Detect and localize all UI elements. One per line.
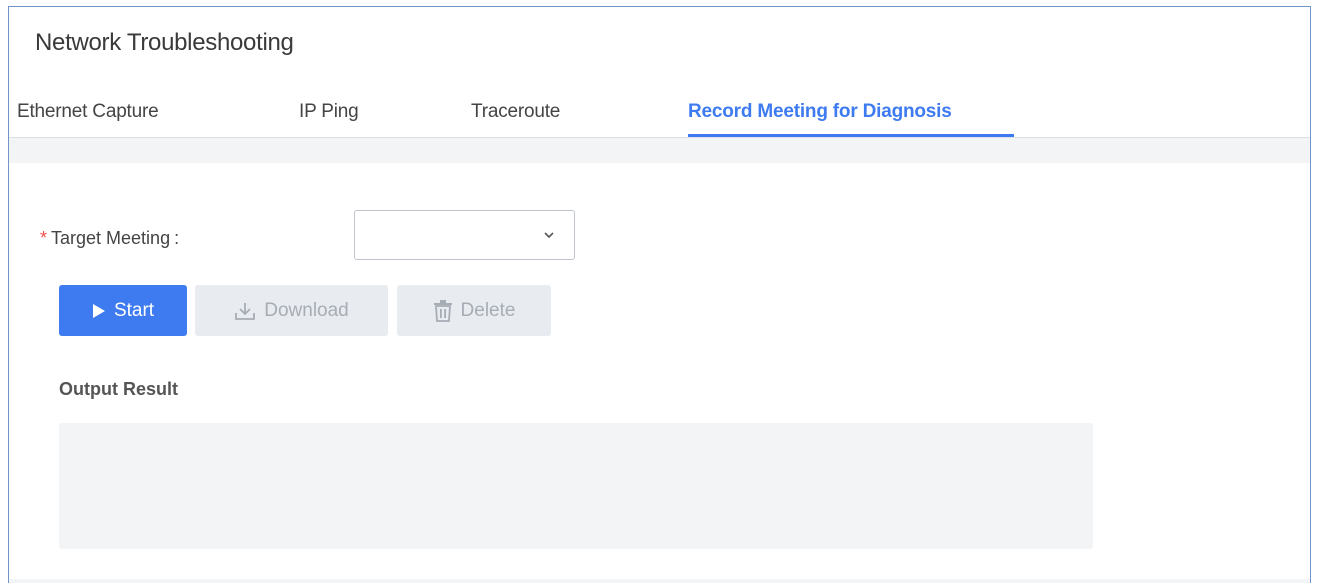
chevron-down-icon <box>544 232 554 239</box>
start-button[interactable]: Start <box>59 285 187 336</box>
active-tab-indicator <box>688 134 1014 137</box>
target-meeting-label: * Target Meeting: <box>40 228 179 249</box>
delete-button-label: Delete <box>460 299 516 321</box>
download-button[interactable]: Download <box>195 285 388 336</box>
tab-ip-ping[interactable]: IP Ping <box>299 101 359 123</box>
network-troubleshooting-panel: Network Troubleshooting Ethernet Capture… <box>8 6 1311 583</box>
tab-ethernet-capture[interactable]: Ethernet Capture <box>17 101 159 123</box>
output-result-label: Output Result <box>59 379 178 399</box>
play-icon <box>92 303 105 318</box>
delete-button[interactable]: Delete <box>397 285 551 336</box>
footer-strip <box>9 579 1310 583</box>
start-button-label: Start <box>113 299 155 321</box>
trash-icon <box>433 299 452 322</box>
tab-traceroute[interactable]: Traceroute <box>471 101 560 123</box>
target-meeting-label-colon: : <box>174 228 180 248</box>
page-title: Network Troubleshooting <box>35 29 294 56</box>
tab-bar: Ethernet Capture IP Ping Traceroute Reco… <box>9 87 1310 138</box>
header-divider-strip <box>9 138 1310 163</box>
download-button-label: Download <box>264 299 349 321</box>
required-marker: * <box>40 228 48 248</box>
output-result-area <box>59 423 1093 549</box>
target-meeting-label-text: Target Meeting <box>51 228 171 248</box>
download-icon <box>235 302 256 320</box>
target-meeting-select[interactable] <box>354 210 575 260</box>
tab-record-meeting-for-diagnosis[interactable]: Record Meeting for Diagnosis <box>688 101 952 123</box>
